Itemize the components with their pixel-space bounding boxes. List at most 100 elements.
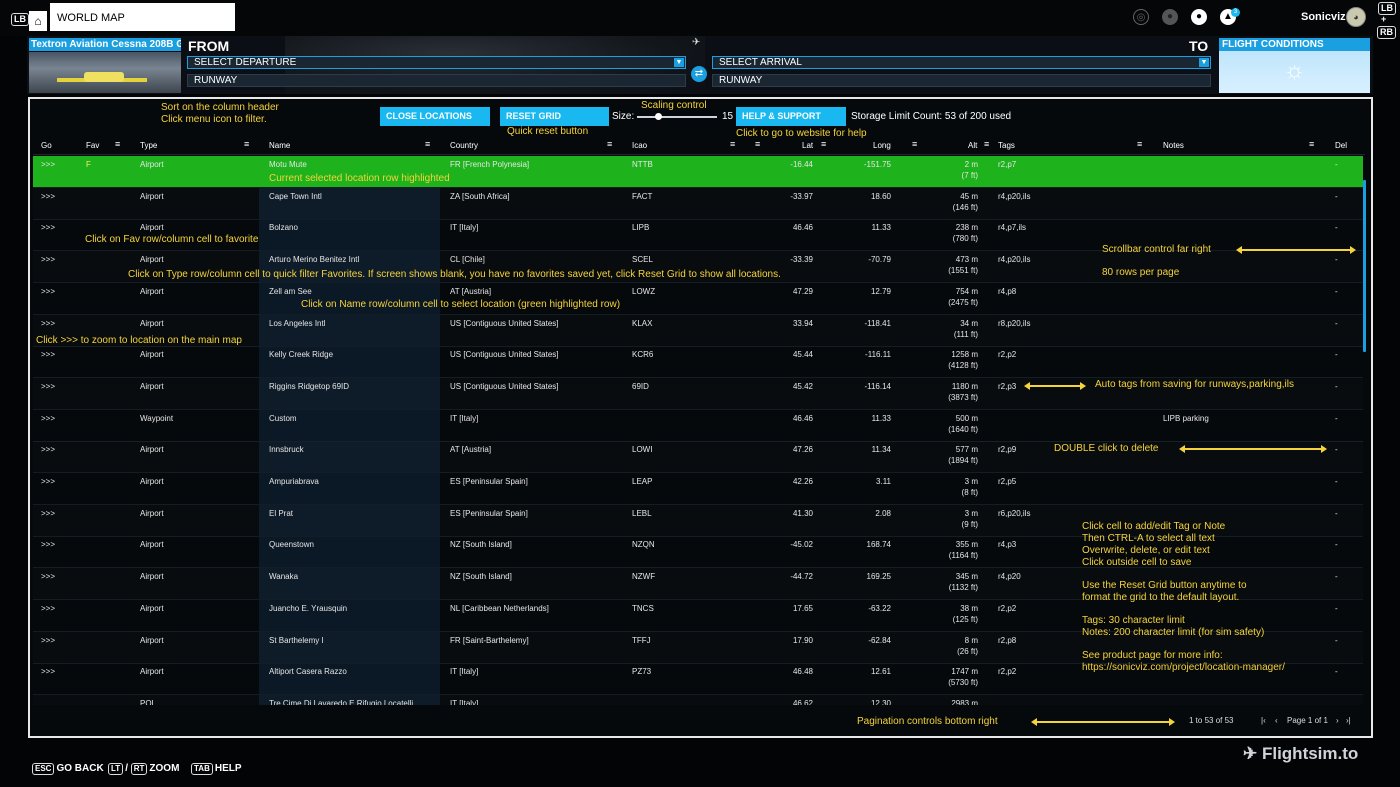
cell-go[interactable]: >>>: [41, 382, 55, 391]
cell-fav[interactable]: F: [86, 160, 91, 169]
cell-type[interactable]: Airport: [140, 572, 164, 581]
cell-del[interactable]: -: [1335, 540, 1338, 549]
cell-name[interactable]: Juancho E. Yrausquin: [269, 604, 347, 613]
cell-name[interactable]: Arturo Merino Benitez Intl: [269, 255, 359, 264]
table-row[interactable]: >>> Airport Innsbruck AT [Austria] LOWI 47.26…: [33, 441, 1363, 474]
cell-type[interactable]: Airport: [140, 192, 164, 201]
menu-icon[interactable]: ≡: [1309, 139, 1314, 149]
size-slider[interactable]: [637, 113, 717, 120]
col-alt[interactable]: Alt: [968, 141, 977, 150]
cell-name[interactable]: Altiport Casera Razzo: [269, 667, 347, 676]
col-tags[interactable]: Tags: [998, 141, 1015, 150]
cell-go[interactable]: >>>: [41, 540, 55, 549]
col-fav[interactable]: Fav: [86, 141, 99, 150]
col-lat[interactable]: Lat: [802, 141, 813, 150]
cell-type[interactable]: Airport: [140, 667, 164, 676]
cell-tags[interactable]: r4,p20,ils: [998, 255, 1030, 264]
grid-scrollbar[interactable]: [1363, 180, 1366, 352]
cell-name[interactable]: Motu Mute: [269, 160, 307, 169]
cell-del[interactable]: -: [1335, 382, 1338, 391]
cell-name[interactable]: Queenstown: [269, 540, 314, 549]
cell-type[interactable]: Airport: [140, 382, 164, 391]
cell-tags[interactable]: r2,p3: [998, 382, 1016, 391]
rb-button[interactable]: RB: [1377, 26, 1396, 39]
cell-type[interactable]: Airport: [140, 287, 164, 296]
cell-go[interactable]: >>>: [41, 287, 55, 296]
cell-del[interactable]: -: [1335, 509, 1338, 518]
menu-icon[interactable]: ≡: [607, 139, 612, 149]
cell-name[interactable]: Cape Town Intl: [269, 192, 322, 201]
cell-name[interactable]: Tre Cime Di Lavaredo E Rifugio Locatelli: [269, 699, 413, 705]
sun-icon[interactable]: ☼: [1219, 51, 1370, 93]
cell-del[interactable]: -: [1335, 160, 1338, 169]
reset-grid-button[interactable]: RESET GRID: [500, 107, 609, 126]
cell-del[interactable]: -: [1335, 255, 1338, 264]
table-row[interactable]: >>> Waypoint Custom IT [Italy] 46.46 11.33 500…: [33, 410, 1363, 442]
col-type[interactable]: Type: [140, 141, 157, 150]
col-icao[interactable]: Icao: [632, 141, 647, 150]
cell-del[interactable]: -: [1335, 350, 1338, 359]
cell-del[interactable]: -: [1335, 604, 1338, 613]
close-locations-button[interactable]: CLOSE LOCATIONS: [380, 107, 490, 126]
col-long[interactable]: Long: [873, 141, 891, 150]
flight-conditions-label[interactable]: FLIGHT CONDITIONS: [1219, 38, 1370, 51]
cell-go[interactable]: >>>: [41, 160, 55, 169]
menu-icon[interactable]: ≡: [730, 139, 735, 149]
cell-type[interactable]: Airport: [140, 319, 164, 328]
cell-tags[interactable]: r2,p2: [998, 350, 1016, 359]
cell-name[interactable]: St Barthelemy I: [269, 636, 324, 645]
cell-type[interactable]: Airport: [140, 636, 164, 645]
col-name[interactable]: Name: [269, 141, 290, 150]
table-row[interactable]: >>> Airport Kelly Creek Ridge US [Contiguou…: [33, 346, 1363, 379]
slider-knob[interactable]: [655, 113, 662, 120]
cell-go[interactable]: >>>: [41, 350, 55, 359]
lb-button[interactable]: LB: [11, 13, 29, 26]
cell-del[interactable]: -: [1335, 414, 1338, 423]
cell-del[interactable]: -: [1335, 319, 1338, 328]
cell-tags[interactable]: r4,p3: [998, 540, 1016, 549]
cell-tags[interactable]: r2,p7: [998, 160, 1016, 169]
cell-tags[interactable]: r4,p20: [998, 572, 1021, 581]
activity-icon[interactable]: ◎: [1133, 9, 1149, 25]
table-row[interactable]: >>> Airport Ampuriabrava ES [Peninsular Spa…: [33, 473, 1363, 505]
zoom-control[interactable]: LT / RT ZOOM: [108, 763, 179, 775]
menu-icon[interactable]: ≡: [912, 139, 917, 149]
menu-icon[interactable]: ≡: [244, 139, 249, 149]
col-go[interactable]: Go: [41, 141, 52, 150]
departure-select[interactable]: SELECT DEPARTURE ▼: [187, 56, 686, 69]
col-country[interactable]: Country: [450, 141, 478, 150]
cell-tags[interactable]: r6,p20,ils: [998, 509, 1030, 518]
cell-go[interactable]: >>>: [41, 636, 55, 645]
cell-name[interactable]: Bolzano: [269, 223, 298, 232]
swap-icon[interactable]: ⇄: [691, 66, 707, 82]
cell-name[interactable]: Innsbruck: [269, 445, 304, 454]
cell-name[interactable]: Los Angeles Intl: [269, 319, 325, 328]
go-back-control[interactable]: ESC GO BACK: [32, 763, 104, 775]
tab-world-map[interactable]: WORLD MAP: [50, 3, 235, 31]
table-row[interactable]: POI Tre Cime Di Lavaredo E Rifugio Locate…: [33, 695, 1363, 705]
cell-del[interactable]: -: [1335, 667, 1338, 676]
cell-go[interactable]: >>>: [41, 572, 55, 581]
cell-del[interactable]: -: [1335, 572, 1338, 581]
cell-go[interactable]: >>>: [41, 667, 55, 676]
departure-runway-field[interactable]: RUNWAY: [187, 74, 686, 87]
cell-go[interactable]: >>>: [41, 414, 55, 423]
cell-notes[interactable]: LIPB parking: [1163, 414, 1209, 423]
menu-icon[interactable]: ≡: [984, 139, 989, 149]
cell-del[interactable]: -: [1335, 192, 1338, 201]
pager-prev-icon[interactable]: ‹: [1275, 716, 1278, 725]
pager-next-icon[interactable]: ›: [1336, 716, 1339, 725]
arrival-select[interactable]: SELECT ARRIVAL ▼: [712, 56, 1211, 69]
cell-go[interactable]: >>>: [41, 192, 55, 201]
menu-icon[interactable]: ≡: [115, 139, 120, 149]
cell-type[interactable]: Airport: [140, 509, 164, 518]
cell-name[interactable]: Custom: [269, 414, 297, 423]
arrival-runway-field[interactable]: RUNWAY: [712, 74, 1211, 87]
cell-name[interactable]: Riggins Ridgetop 69ID: [269, 382, 349, 391]
menu-icon[interactable]: ≡: [1137, 139, 1142, 149]
table-row-selected[interactable]: >>> F Airport Motu Mute FR [French Polynesia…: [33, 156, 1363, 188]
menu-icon[interactable]: ≡: [821, 139, 826, 149]
cell-type[interactable]: Airport: [140, 350, 164, 359]
cell-name[interactable]: Ampuriabrava: [269, 477, 319, 486]
aircraft-image[interactable]: [29, 52, 181, 93]
